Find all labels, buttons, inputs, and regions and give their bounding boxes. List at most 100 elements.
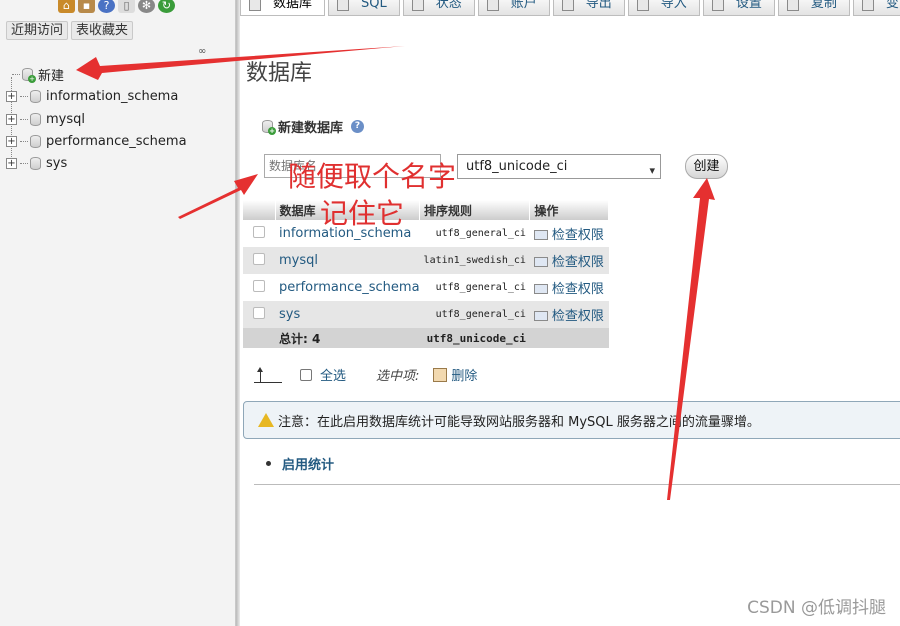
database-link[interactable]: performance_schema [279,280,420,295]
tree-item-mysql[interactable]: + mysql [6,109,85,129]
navigation-sidebar: ⌂ ▪ ? ▯ ✻ ↻ 近期访问 表收藏夹 ∞ + 新建 + informati… [0,0,236,626]
tree-branch-line [20,162,28,164]
tree-branch-line [20,95,28,97]
privileges-icon [533,311,548,321]
bulk-actions-bar: 全选 选中项: 删除 [254,365,477,384]
privileges-icon [533,257,548,267]
enable-statistics-link[interactable]: 启用统计 [282,454,334,473]
help-icon[interactable]: ? [98,0,115,13]
favorites-button[interactable]: 表收藏夹 [71,21,134,40]
tree-item-label: information_schema [46,88,179,104]
tab-variables[interactable]: 变 [852,0,900,16]
database-icon [30,89,41,103]
new-database-heading: + 新建数据库 ? [262,117,365,136]
annotation-text-name: 随便取个名字 [288,160,457,193]
exit-icon[interactable]: ▪ [78,0,95,13]
header-checkbox-cell [243,200,276,220]
new-database-icon: + [22,67,36,83]
tab-sql[interactable]: SQL [328,0,400,16]
top-tab-bar: 数据库 SQL 状态 账户 导出 导入 设置 复制 变 [240,0,900,16]
database-icon [249,0,261,11]
tab-label: 导出 [585,0,612,11]
database-icon [30,134,41,148]
watermark: CSDN @低调抖腿 [747,598,886,618]
sidebar-resize-handle[interactable] [236,0,240,626]
notice-text: 注意：在此启用数据库统计可能导致网站服务器和 MySQL 服务器之间的流量骤增。 [278,414,760,430]
tab-label: SQL [361,0,387,11]
tab-databases[interactable]: 数据库 [240,0,326,16]
check-privileges-link[interactable]: 检查权限 [533,282,604,297]
new-database-icon: + [262,120,276,135]
tree-item-new[interactable]: + 新建 [12,64,64,84]
select-all-label[interactable]: 全选 [320,365,346,384]
check-privileges-link[interactable]: 检查权限 [533,255,604,270]
table-row: sys utf8_general_ci 检查权限 [243,301,609,328]
table-row: performance_schema utf8_general_ci 检查权限 [243,274,609,301]
docs-icon[interactable]: ▯ [118,0,135,13]
tree-item-information-schema[interactable]: + information_schema [6,86,178,106]
collation-cell: utf8_general_ci [419,301,530,328]
database-link[interactable]: sys [279,307,300,322]
sidebar-toolbar: ⌂ ▪ ? ▯ ✻ ↻ [58,0,175,13]
link-icon[interactable]: ∞ [198,46,206,57]
row-checkbox[interactable] [253,252,265,265]
tab-replication[interactable]: 复制 [777,0,850,16]
tree-item-label: performance_schema [46,133,187,149]
privileges-icon [533,284,548,294]
header-action: 操作 [529,200,609,220]
recent-button[interactable]: 近期访问 [6,21,69,40]
row-checkbox[interactable] [253,279,265,292]
tab-accounts[interactable]: 账户 [477,0,550,16]
page-title: 数据库 [246,61,313,86]
tab-settings[interactable]: 设置 [702,0,775,16]
expand-icon[interactable]: + [6,90,17,102]
tree-item-label: mysql [46,111,85,127]
tree-item-label: sys [46,155,68,171]
enable-statistics-item[interactable]: 启用统计 [266,454,334,473]
reload-icon[interactable]: ↻ [158,0,175,13]
create-button[interactable]: 创建 [685,154,728,179]
home-icon[interactable]: ⌂ [58,0,75,13]
table-row: information_schema utf8_general_ci 检查权限 [243,220,609,247]
tab-status[interactable]: 状态 [402,0,475,16]
database-link[interactable]: mysql [279,253,318,268]
variables-icon [861,0,874,11]
expand-icon[interactable]: + [6,157,17,169]
statistics-notice: 注意：在此启用数据库统计可能导致网站服务器和 MySQL 服务器之间的流量骤增。 [243,401,900,439]
table-total-row: 总计: 4 utf8_unicode_ci [243,328,609,348]
status-icon [411,0,424,11]
check-privileges-link[interactable]: 检查权限 [533,309,604,324]
row-checkbox[interactable] [253,306,265,319]
help-icon[interactable]: ? [351,120,365,133]
expand-icon[interactable]: + [6,135,17,147]
collation-cell: utf8_general_ci [419,220,530,247]
gear-icon[interactable]: ✻ [138,0,155,13]
collation-cell: utf8_general_ci [419,274,530,301]
database-icon [30,112,41,126]
database-table: 数据库 排序规则 操作 information_schema utf8_gene… [243,200,609,348]
collation-select[interactable]: utf8_unicode_ci ▾ [457,154,661,179]
tab-label: 导入 [660,0,687,11]
delete-icon [433,367,448,382]
row-checkbox[interactable] [253,225,265,238]
arrow-up-icon [254,366,282,383]
tree-item-sys[interactable]: + sys [6,153,67,173]
header-collation[interactable]: 排序规则 [419,200,531,220]
check-privileges-link[interactable]: 检查权限 [533,228,604,243]
tree-branch-line [20,140,28,142]
tree-item-performance-schema[interactable]: + performance_schema [6,131,187,151]
new-database-label: 新建数据库 [278,121,344,136]
wrench-icon [711,0,724,11]
tab-label: 数据库 [273,0,313,11]
delete-button[interactable]: 删除 [451,365,477,384]
chevron-down-icon: ▾ [649,164,655,177]
with-selected-label: 选中项: [376,369,420,384]
tab-label: 状态 [435,0,462,11]
select-all-checkbox[interactable] [300,368,312,381]
warning-icon [258,413,274,427]
database-icon [30,156,41,170]
tab-import[interactable]: 导入 [627,0,700,16]
expand-icon[interactable]: + [6,113,17,125]
privileges-icon [533,230,548,240]
tab-export[interactable]: 导出 [552,0,625,16]
